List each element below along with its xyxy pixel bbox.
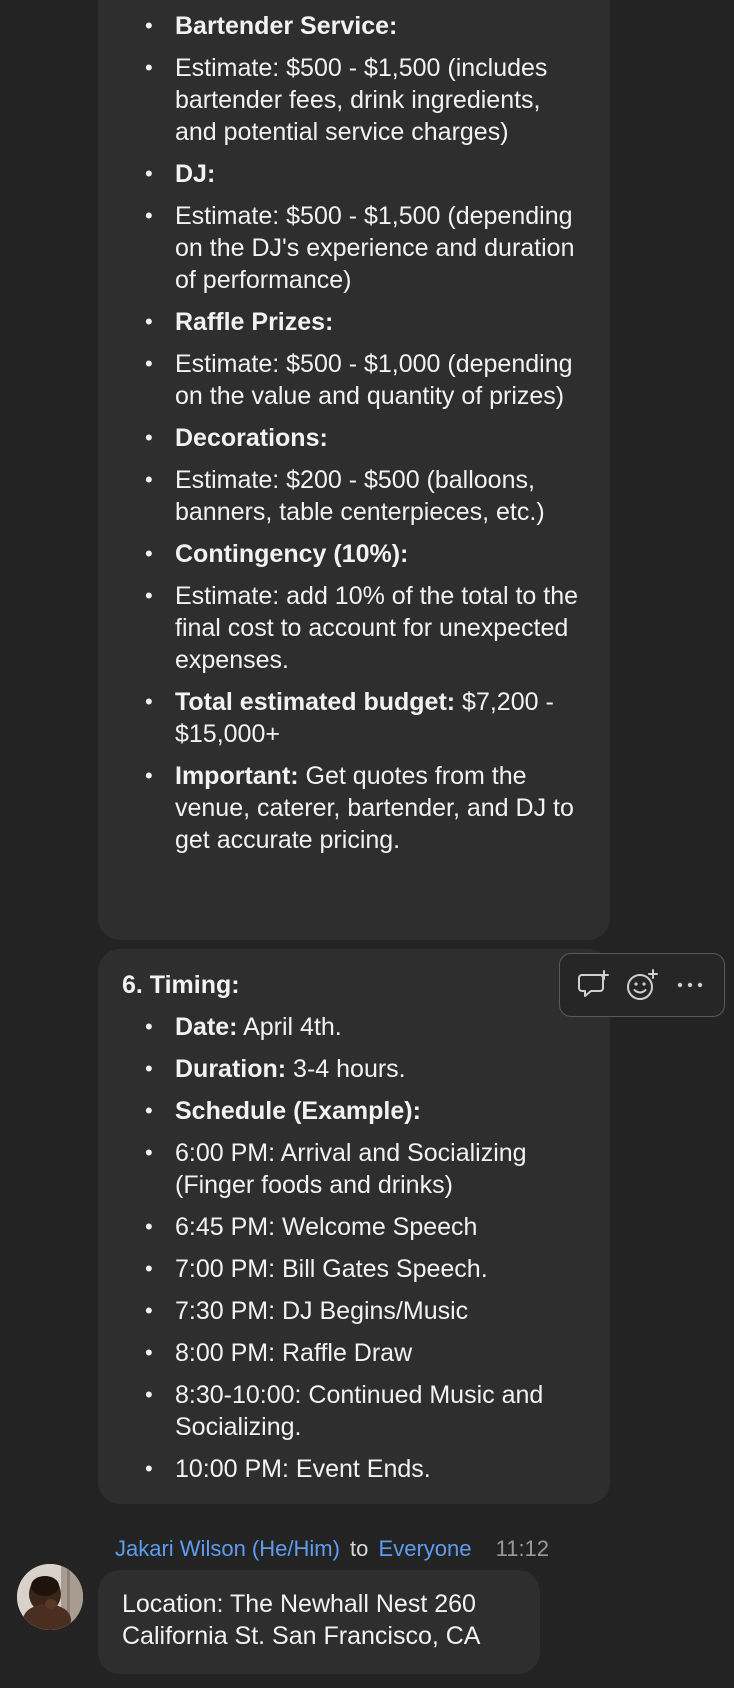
chat-message-timing: 6. Timing: • Date: April 4th. • Duration: …	[98, 949, 610, 1504]
list-item: • Estimate: $500 - $1,000 (depending on t…	[145, 350, 573, 410]
list-item: • Date: April 4th.	[145, 1013, 342, 1041]
timing-list: • Date: April 4th. • Duration: 3-4 hours. …	[122, 1011, 586, 1485]
sender-name[interactable]: Jakari Wilson (He/Him)	[115, 1536, 340, 1561]
avatar[interactable]	[17, 1564, 83, 1630]
list-item: • 6:00 PM: Arrival and Socializing (Finge…	[145, 1139, 527, 1199]
list-item: • Decorations:	[145, 424, 328, 452]
to-label: to	[350, 1536, 369, 1561]
chat-message-budget: • Bartender Service: • Estimate: $500 - $1…	[98, 0, 610, 940]
message-timestamp: 11:12	[495, 1536, 550, 1561]
list-item: • Contingency (10%):	[145, 540, 409, 568]
list-item: • Estimate: $500 - $1,500 (depending on t…	[145, 202, 575, 294]
chat-message-location: Location: The Newhall Nest 260 Californi…	[98, 1570, 540, 1674]
message-hover-toolbar	[559, 953, 725, 1017]
list-item: • 6:45 PM: Welcome Speech	[145, 1213, 478, 1241]
more-options-icon[interactable]	[671, 966, 709, 1004]
message-text: Location: The Newhall Nest 260 Californi…	[122, 1590, 481, 1650]
list-item: • Total estimated budget: $7,200 - $15,00…	[145, 688, 554, 748]
list-item: • Duration: 3-4 hours.	[145, 1055, 406, 1083]
list-item: • Schedule (Example):	[145, 1097, 421, 1125]
list-item: • Raffle Prizes:	[145, 308, 334, 336]
list-item: • DJ:	[145, 160, 216, 188]
list-item: • Estimate: $200 - $500 (balloons, banner…	[145, 466, 545, 526]
list-item: • Important: Get quotes from the venue, c…	[145, 762, 574, 854]
list-item: • Estimate: $500 - $1,500 (includes barte…	[145, 54, 548, 146]
list-item: • Estimate: add 10% of the total to the f…	[145, 582, 579, 674]
timing-heading: 6. Timing:	[122, 971, 240, 999]
list-item: • 7:30 PM: DJ Begins/Music	[145, 1297, 469, 1325]
budget-list: • Bartender Service: • Estimate: $500 - $1…	[98, 10, 586, 856]
reply-thread-icon[interactable]	[575, 966, 613, 1004]
list-item: • 8:30-10:00: Continued Music and Sociali…	[145, 1381, 544, 1441]
list-item: • 10:00 PM: Event Ends.	[145, 1455, 431, 1483]
list-item: • 8:00 PM: Raffle Draw	[145, 1339, 413, 1367]
recipient-name[interactable]: Everyone	[379, 1536, 472, 1561]
add-reaction-icon[interactable]	[623, 966, 661, 1004]
message-meta: Jakari Wilson (He/Him) to Everyone 11:12	[115, 1534, 549, 1564]
list-item: • 7:00 PM: Bill Gates Speech.	[145, 1255, 488, 1283]
list-item: • Bartender Service:	[145, 12, 398, 40]
